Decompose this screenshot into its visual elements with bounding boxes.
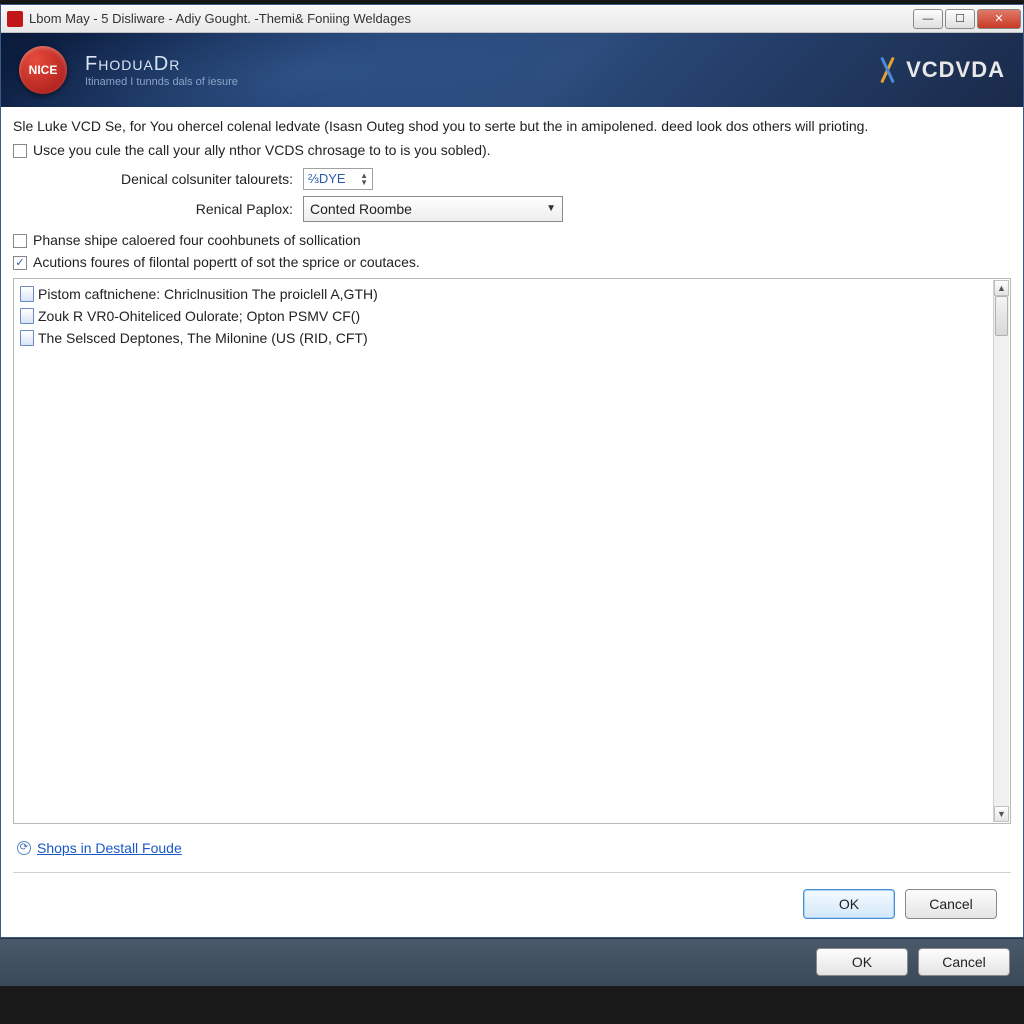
outer-ok-button[interactable]: OK — [816, 948, 908, 976]
scroll-down-button[interactable]: ▼ — [994, 806, 1009, 822]
counter-spinner[interactable]: ⅔DYE ▲▼ — [303, 168, 373, 190]
dialog-window: Lbom May - 5 Disliware - Adiy Gought. -T… — [0, 4, 1024, 938]
dialog-button-row: OK Cancel — [13, 889, 1011, 931]
scroll-thumb[interactable] — [995, 296, 1008, 336]
form-grid: Denical colsuniter talourets: ⅔DYE ▲▼ Re… — [53, 168, 1011, 222]
checkbox-main-row[interactable]: Usce you cule the call your ally nthor V… — [13, 142, 1011, 158]
checkbox-main-label: Usce you cule the call your ally nthor V… — [33, 142, 491, 158]
list-item-label: The Selsced Deptones, The Milonine (US (… — [38, 327, 368, 349]
combo-value: Conted Roombe — [310, 201, 546, 217]
nice-badge-icon: NICE — [19, 46, 67, 94]
checkbox-icon[interactable] — [13, 234, 27, 248]
checkbox-icon[interactable] — [13, 256, 27, 270]
list-item-label: Pistom caftnichene: Chriclnusition The p… — [38, 283, 378, 305]
close-button[interactable]: ✕ — [977, 9, 1021, 29]
intro-text: Sle Luke VCD Se, for You ohercel colenal… — [13, 117, 1011, 136]
minimize-button[interactable]: — — [913, 9, 943, 29]
spinner-value: ⅔DYE — [308, 171, 360, 186]
checkbox-phanse-label: Phanse shipe caloered four coohbunets of… — [33, 232, 361, 248]
window-title: Lbom May - 5 Disliware - Adiy Gought. -T… — [29, 11, 913, 26]
checkbox-acutions-label: Acutions foures of filontal popertt of s… — [33, 254, 420, 270]
checkbox-acutions-row[interactable]: Acutions foures of filontal popertt of s… — [13, 254, 1011, 270]
banner-subtitle: Itinamed I tunnds dals of iesure — [85, 76, 238, 88]
brand-text: VCDVDA — [906, 57, 1005, 83]
separator — [13, 872, 1011, 873]
combo-label: Renical Paplox: — [53, 201, 293, 217]
window-controls: — ☐ ✕ — [913, 9, 1021, 29]
document-icon — [20, 330, 34, 346]
brand-logo-icon — [876, 56, 898, 84]
chevron-down-icon: ▼ — [546, 203, 556, 214]
cancel-button[interactable]: Cancel — [905, 889, 997, 919]
paplox-combobox[interactable]: Conted Roombe ▼ — [303, 196, 563, 222]
document-icon — [20, 308, 34, 324]
vertical-scrollbar[interactable]: ▲ ▼ — [993, 280, 1009, 822]
items-listbox[interactable]: Pistom caftnichene: Chriclnusition The p… — [13, 278, 1011, 824]
outer-footer-bar: OK Cancel — [0, 938, 1024, 986]
spinner-label: Denical colsuniter talourets: — [53, 171, 293, 187]
detail-link[interactable]: Shops in Destall Foude — [37, 840, 182, 856]
help-link-row: ⟳ Shops in Destall Foude — [17, 840, 1011, 856]
document-icon — [20, 286, 34, 302]
checkbox-icon[interactable] — [13, 144, 27, 158]
ok-button[interactable]: OK — [803, 889, 895, 919]
banner-title: FhoduaDr — [85, 53, 238, 76]
app-icon — [7, 11, 23, 27]
maximize-button[interactable]: ☐ — [945, 9, 975, 29]
titlebar[interactable]: Lbom May - 5 Disliware - Adiy Gought. -T… — [1, 5, 1023, 33]
header-banner: NICE FhoduaDr Itinamed I tunnds dals of … — [1, 33, 1023, 107]
content-area: Sle Luke VCD Se, for You ohercel colenal… — [1, 107, 1023, 937]
outer-cancel-button[interactable]: Cancel — [918, 948, 1010, 976]
spinner-arrows-icon[interactable]: ▲▼ — [360, 172, 368, 186]
list-item[interactable]: Zouk R VR0-Ohiteliced Oulorate; Opton PS… — [20, 305, 992, 327]
info-icon: ⟳ — [17, 841, 31, 855]
scroll-up-button[interactable]: ▲ — [994, 280, 1009, 296]
checkbox-phanse-row[interactable]: Phanse shipe caloered four coohbunets of… — [13, 232, 1011, 248]
scroll-track[interactable] — [994, 296, 1009, 806]
brand: VCDVDA — [876, 56, 1005, 84]
list-item-label: Zouk R VR0-Ohiteliced Oulorate; Opton PS… — [38, 305, 360, 327]
list-item[interactable]: Pistom caftnichene: Chriclnusition The p… — [20, 283, 992, 305]
list-item[interactable]: The Selsced Deptones, The Milonine (US (… — [20, 327, 992, 349]
